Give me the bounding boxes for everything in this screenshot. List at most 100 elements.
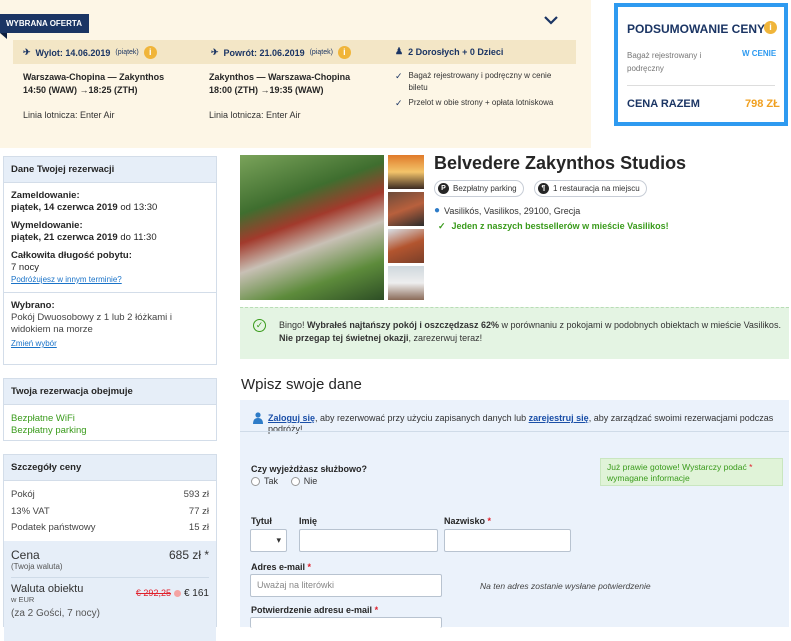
register-link[interactable]: zarejestruj się (529, 413, 589, 423)
last-name-input[interactable] (444, 529, 571, 552)
first-name-input[interactable] (299, 529, 438, 552)
radio-circle-icon (290, 476, 300, 486)
hotel-name: Belvedere Zakynthos Studios (434, 153, 687, 173)
bingo-banner: ✓ Bingo! Wybrałeś najtańszy pokój i oszc… (240, 307, 789, 359)
outbound-route: Warszawa-Chopina — Zakynthos (23, 72, 165, 82)
email-field[interactable]: Uważaj na literówki (250, 574, 442, 597)
radio-no-label: Nie (303, 476, 318, 486)
includes-list: Bezpłatne WiFi Bezpłatny parking (4, 405, 216, 443)
radio-circle-icon (251, 476, 260, 486)
selected-room-name: Pokój Dwuosobowy z 1 lub 2 łóżkami i wid… (11, 312, 173, 335)
old-price: € 292,25 (135, 588, 171, 598)
email-confirm-label-text: Potwierdzenie adresu e-mail (251, 605, 373, 615)
info-icon[interactable]: i (337, 46, 351, 59)
person-icon: ♟ (395, 46, 404, 56)
checkin-time: od 13:30 (120, 202, 158, 213)
booking-details-panel: Dane Twojej rezerwacji Zameldowanie: pią… (3, 156, 217, 365)
new-price: € 161 (183, 587, 209, 599)
total-row: Cena (Twoja waluta) 685 zł * (11, 548, 209, 571)
bestseller-note: ✓ Jeden z naszych bestsellerów w mieście… (438, 221, 669, 232)
parking-badge: P Bezpłatny parking (434, 180, 524, 197)
first-name-label: Imię (299, 516, 318, 526)
bingo-text: Bingo! Wybrałeś najtańszy pokój i oszczę… (279, 319, 785, 345)
login-mid-text: , aby rezerwować przy użyciu zapisanych … (315, 413, 527, 423)
business-question: Czy wyjeżdżasz służbowo? (251, 464, 368, 474)
hotel-main-photo[interactable] (240, 155, 384, 300)
outbound-details: Warszawa-Chopina — Zakynthos 14:50 (WAW)… (23, 71, 164, 97)
offer-tag: WYBRANA OFERTA (0, 14, 89, 39)
check-circle-icon: ✓ (253, 319, 266, 332)
hotel-thumbnail[interactable] (388, 229, 424, 263)
price-summary-box: PODSUMOWANIE CENY i Bagaż rejestrowany i… (614, 3, 788, 126)
form-title: Wpisz swoje dane (241, 376, 362, 393)
price-row-label: 13% VAT (11, 505, 50, 517)
price-rows: Pokój 593 zł 13% VAT 77 zł Podatek państwo… (4, 481, 216, 541)
total-price-label: Cena (11, 547, 40, 562)
checkout-date: piątek, 21 czerwca 2019 (11, 232, 118, 243)
info-icon[interactable]: i (764, 21, 777, 34)
include-item: Bezpłatny parking (11, 425, 87, 436)
price-total-block: Cena (Twoja waluta) 685 zł * Waluta obie… (4, 540, 216, 641)
plane-landing-icon: ✈ (211, 47, 219, 57)
title-select[interactable]: ▾ (250, 529, 287, 552)
map-pin-icon: ● (434, 205, 441, 216)
selected-label: Wybrano: (11, 300, 55, 311)
almost-ready-text2: wymagane informacje (607, 473, 690, 483)
divider (240, 431, 789, 432)
email-label-text: Adres e-mail (251, 562, 306, 572)
check-icon: ✓ (395, 98, 403, 108)
title-label: Tytuł (251, 516, 272, 526)
info-icon[interactable]: i (143, 46, 157, 59)
included-item: ✓ Przelot w obie strony + opłata lotnisko… (395, 97, 570, 109)
parking-text: Bezpłatny parking (453, 184, 517, 193)
total-price-value: 685 zł * (168, 547, 209, 562)
return-day: (piątek) (309, 49, 333, 56)
bingo-cta: , zarezerwuj teraz! (408, 333, 483, 343)
check-icon: ✓ (395, 71, 403, 81)
summary-title: PODSUMOWANIE CENY (627, 22, 766, 36)
stay-length-label: Całkowita długość pobytu: (11, 250, 132, 261)
email-confirm-field[interactable] (250, 617, 442, 628)
outbound-times: 14:50 (WAW) →18:25 (ZTH) (23, 85, 138, 95)
divider (11, 576, 209, 578)
booking-includes-panel: Twoja rezerwacja obejmuje Bezpłatne WiFi… (3, 378, 217, 441)
email-label: Adres e-mail * (251, 562, 312, 572)
panel-header: Twoja rezerwacja obejmuje (4, 379, 216, 405)
hotel-thumbnail[interactable] (388, 155, 424, 189)
last-name-label: Nazwisko * (444, 516, 492, 526)
chevron-down-icon[interactable] (543, 12, 559, 28)
radio-no[interactable]: Nie (290, 476, 318, 486)
change-selection-link[interactable]: Zmień wybór (11, 338, 209, 350)
business-radios: Tak Nie (251, 476, 327, 489)
other-dates-link[interactable]: Podróżujesz w innym terminie? (11, 274, 209, 286)
property-currency-price: € 292,25 € 161 (136, 583, 209, 604)
guest-form: Zaloguj się, aby rezerwować przy użyciu … (240, 400, 789, 628)
outbound-airline: Linia lotnicza: Enter Air (23, 110, 115, 120)
radio-yes[interactable]: Tak (251, 476, 278, 486)
total-value: 798 ZŁ (745, 98, 780, 110)
booking-dates: Zameldowanie: piątek, 14 czerwca 2019 od… (4, 183, 216, 292)
bingo-deal: Nie przegap tej świetnej okazji (279, 333, 409, 343)
price-row: 13% VAT 77 zł (11, 504, 209, 521)
dropdown-arrow-icon: ▾ (276, 535, 281, 545)
hotel-thumbnail[interactable] (388, 192, 424, 226)
radio-yes-label: Tak (264, 476, 279, 486)
include-item: Bezpłatne WiFi (11, 413, 75, 424)
stay-length-value: 7 nocy (11, 262, 39, 273)
last-name-label-text: Nazwisko (444, 516, 486, 526)
outbound-flight-header: ✈ Wylot: 14.06.2019 (piątek) i (23, 46, 157, 59)
bingo-intro: Bingo! (279, 320, 305, 330)
checkout-time: do 11:30 (120, 232, 157, 243)
hotel-thumbnail[interactable] (388, 266, 424, 300)
property-currency-label: Waluta obiektu (11, 582, 84, 595)
plane-takeoff-icon: ✈ (23, 47, 31, 57)
discount-dot-icon (173, 589, 181, 597)
guests-nights: (za 2 Gości, 7 nocy) (11, 607, 100, 619)
panel-header: Szczegóły ceny (4, 455, 216, 481)
total-label: CENA RAZEM (627, 98, 700, 110)
travellers: ♟ 2 Dorosłych + 0 Dzieci (395, 46, 503, 57)
restaurant-text: 1 restauracja na miejscu (553, 184, 640, 193)
almost-ready-text: Już prawie gotowe! Wystarczy podać (607, 462, 747, 472)
travellers-count: 2 Dorosłych + 0 Dzieci (408, 46, 504, 57)
login-link[interactable]: Zaloguj się (268, 413, 315, 423)
